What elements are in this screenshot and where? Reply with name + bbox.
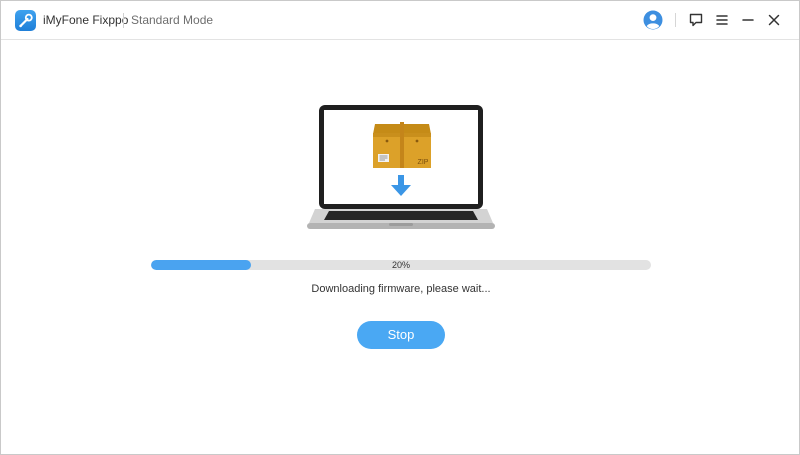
feedback-icon[interactable]: [685, 9, 707, 31]
zip-label: ZIP: [418, 159, 429, 166]
progress-percent: 20%: [391, 260, 410, 270]
close-icon[interactable]: [763, 9, 785, 31]
title-bar: iMyFone Fixppo Standard Mode: [1, 1, 799, 40]
wrench-logo-icon: [15, 10, 36, 31]
stop-button[interactable]: Stop: [357, 321, 445, 349]
laptop-icon: ZIP: [307, 105, 495, 229]
user-avatar-icon[interactable]: [642, 9, 664, 31]
app-title: iMyFone Fixppo: [43, 13, 129, 27]
app-window: iMyFone Fixppo Standard Mode ZIP 20% Dow…: [0, 0, 800, 455]
mode-label: Standard Mode: [131, 13, 214, 27]
minimize-icon[interactable]: [737, 9, 759, 31]
title-divider: [123, 13, 124, 28]
menu-icon[interactable]: [711, 9, 733, 31]
titlebar-separator: [675, 13, 676, 27]
status-message: Downloading firmware, please wait...: [311, 283, 491, 295]
